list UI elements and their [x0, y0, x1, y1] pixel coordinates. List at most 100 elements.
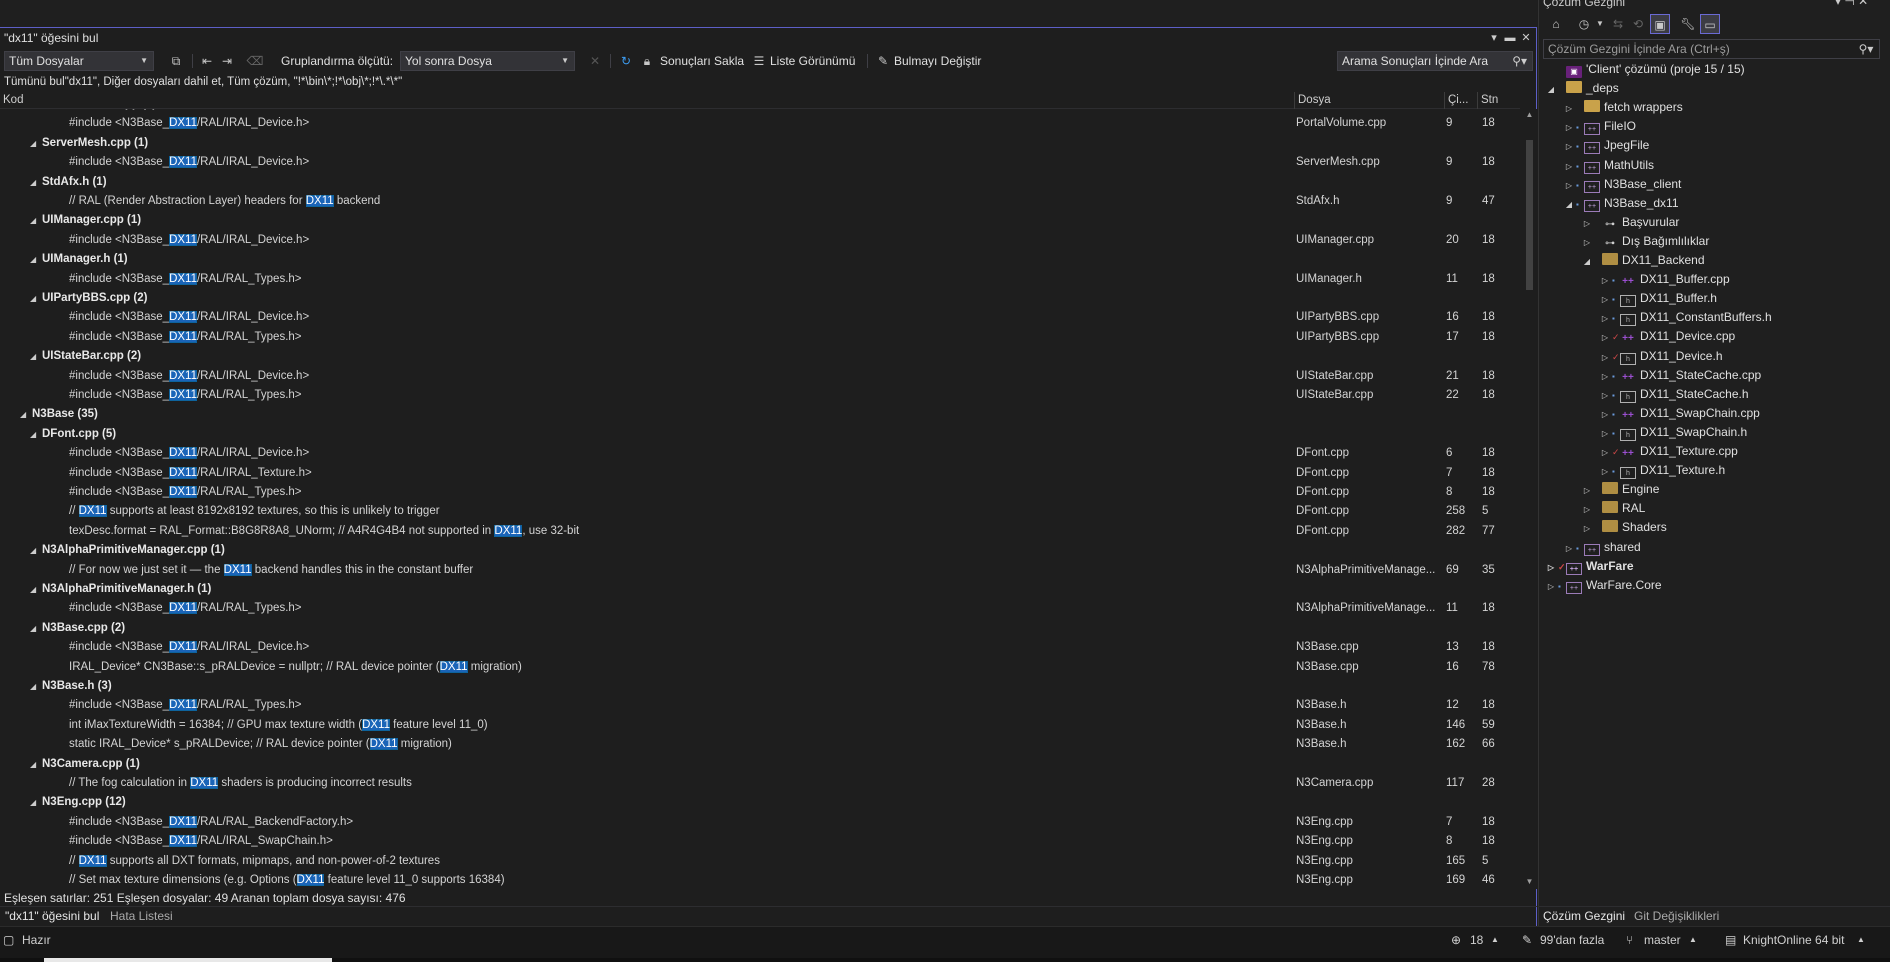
scope-select[interactable]: Tüm Dosyalar ▼	[4, 51, 154, 71]
expand-arrow-icon[interactable]: ▷	[1562, 118, 1576, 137]
expand-arrow-icon[interactable]: ◢	[1562, 195, 1576, 214]
expand-arrow-icon[interactable]: ▷	[1598, 405, 1612, 424]
panel-dropdown-icon[interactable]: ▾	[1487, 28, 1501, 48]
expand-triangle-icon[interactable]: ◢	[30, 250, 42, 269]
expand-arrow-icon[interactable]: ▷	[1580, 500, 1594, 519]
expand-triangle-icon[interactable]: ◢	[30, 793, 42, 812]
result-file-row[interactable]: ◢ UIStateBar.cpp (2)	[0, 347, 1522, 366]
expand-arrow-icon[interactable]: ▷	[1580, 233, 1594, 252]
expand-triangle-icon[interactable]: ◢	[30, 619, 42, 638]
expand-arrow-icon[interactable]: ▷	[1598, 367, 1612, 386]
result-file-row[interactable]: ◢ N3Eng.cpp (12)	[0, 793, 1522, 812]
expand-arrow-icon[interactable]: ▷	[1598, 443, 1612, 462]
result-match-row[interactable]: #include <N3Base_DX11/RAL/IRAL_Device.h>…	[0, 308, 1522, 327]
properties-wrench-icon[interactable]: 🔧︎	[1678, 14, 1698, 34]
expand-arrow-icon[interactable]: ▷	[1598, 386, 1612, 405]
group-by-select[interactable]: Yol sonra Dosya ▼	[400, 51, 575, 71]
result-match-row[interactable]: // The fog calculation in DX11 shaders i…	[0, 774, 1522, 793]
search-in-results-input[interactable]: Arama Sonuçları İçinde Ara ⚲▾	[1337, 51, 1533, 71]
result-folder-row[interactable]: ◢ N3Base (35)	[0, 405, 1522, 424]
expand-triangle-icon[interactable]: ◢	[30, 134, 42, 153]
result-file-row[interactable]: ◢ N3AlphaPrimitiveManager.h (1)	[0, 580, 1522, 599]
list-view-button[interactable]: Liste Görünümü	[770, 51, 855, 71]
result-match-row[interactable]: #include <N3Base_DX11/RAL/IRAL_Device.h>…	[0, 638, 1522, 657]
expand-triangle-icon[interactable]: ◢	[30, 109, 42, 114]
result-match-row[interactable]: int iMaxTextureWidth = 16384; // GPU max…	[0, 716, 1522, 735]
tab-git-changes[interactable]: Git Değişiklikleri	[1629, 907, 1724, 927]
solution-explorer-search-input[interactable]: Çözüm Gezgini İçinde Ara (Ctrl+ş)	[1543, 39, 1880, 59]
expand-arrow-icon[interactable]: ◢	[1544, 80, 1558, 99]
expand-triangle-icon[interactable]: ◢	[30, 173, 42, 192]
result-match-row[interactable]: #include <N3Base_DX11/RAL/IRAL_Device.h>…	[0, 367, 1522, 386]
expand-arrow-icon[interactable]: ◢	[1580, 252, 1594, 271]
tree-node[interactable]: ▷ ▪ h DX11_SwapChain.h	[1598, 423, 1747, 442]
result-match-row[interactable]: // DX11 supports at least 8192x8192 text…	[0, 502, 1522, 521]
chevron-up-icon[interactable]: ▲	[1491, 931, 1499, 949]
result-match-row[interactable]: #include <N3Base_DX11/RAL/RAL_Types.h> UI…	[0, 270, 1522, 289]
result-match-row[interactable]: #include <N3Base_DX11/RAL/RAL_Types.h> N3…	[0, 696, 1522, 715]
column-header-line[interactable]: Çi...	[1444, 92, 1477, 109]
preview-icon[interactable]: ▭	[1700, 14, 1720, 34]
result-match-row[interactable]: #include <N3Base_DX11/RAL/IRAL_Device.h>…	[0, 153, 1522, 172]
tree-node[interactable]: ▷ ✓ ++ DX11_Texture.cpp	[1598, 442, 1738, 461]
sync-icon[interactable]: ⟲	[1628, 14, 1648, 34]
expand-arrow-icon[interactable]: ▷	[1562, 137, 1576, 156]
tab-error-list[interactable]: Hata Listesi	[105, 907, 178, 927]
expand-triangle-icon[interactable]: ◢	[30, 347, 42, 366]
column-header-code[interactable]: Kod	[0, 92, 1294, 109]
chevron-down-icon[interactable]: ▼	[1590, 14, 1610, 34]
search-icon[interactable]: ⚲▾	[1855, 40, 1877, 58]
clear-filter-icon[interactable]: ⌫	[245, 51, 265, 71]
scroll-thumb[interactable]	[1526, 140, 1533, 290]
tab-find-results[interactable]: "dx11" öğesini bul	[0, 907, 104, 927]
expand-arrow-icon[interactable]: ▷	[1562, 99, 1576, 118]
tree-node[interactable]: ▷ ▪ ++ shared	[1562, 538, 1641, 557]
result-match-row[interactable]: static IRAL_Device* s_pRALDevice; // RAL…	[0, 735, 1522, 754]
result-match-row[interactable]: #include <N3Base_DX11/RAL/RAL_Types.h> UI…	[0, 328, 1522, 347]
pending-changes-icon[interactable]: ⇆	[1608, 14, 1628, 34]
result-file-row[interactable]: ◢ N3Base.cpp (2)	[0, 619, 1522, 638]
result-match-row[interactable]: // RAL (Render Abstraction Layer) header…	[0, 192, 1522, 211]
expand-arrow-icon[interactable]: ▷	[1544, 577, 1558, 596]
expand-arrow-icon[interactable]: ▷	[1598, 271, 1612, 290]
refresh-icon[interactable]: ↻	[616, 51, 636, 71]
show-all-files-icon[interactable]: ▣	[1650, 14, 1670, 34]
tree-node[interactable]: ▷ RAL	[1580, 499, 1645, 518]
expand-triangle-icon[interactable]: ◢	[30, 425, 42, 444]
tree-node[interactable]: ▷ ✓ ++ DX11_Device.cpp	[1598, 327, 1735, 346]
tree-node[interactable]: ▷ ▪ ++ DX11_SwapChain.cpp	[1598, 404, 1760, 423]
expand-triangle-icon[interactable]: ◢	[20, 405, 32, 424]
result-file-row[interactable]: ◢ N3AlphaPrimitiveManager.cpp (1)	[0, 541, 1522, 560]
expand-arrow-icon[interactable]: ▷	[1562, 176, 1576, 195]
tree-node[interactable]: ▷ ▪ ++ MathUtils	[1562, 156, 1654, 175]
result-match-row[interactable]: // For now we just set it — the DX11 bac…	[0, 561, 1522, 580]
expand-arrow-icon[interactable]: ▷	[1598, 348, 1612, 367]
tree-node[interactable]: ▷ ▪ h DX11_Texture.h	[1598, 461, 1725, 480]
expand-triangle-icon[interactable]: ◢	[30, 211, 42, 230]
tree-node[interactable]: ▷ ✓ ++ WarFare	[1544, 557, 1634, 576]
tree-node[interactable]: ▷ ▪ ++ FileIO	[1562, 117, 1636, 136]
result-file-row[interactable]: ◢ UIPartyBBS.cpp (2)	[0, 289, 1522, 308]
notification-icon[interactable]: ▢	[3, 931, 14, 949]
scroll-up-icon[interactable]: ▲	[1522, 109, 1537, 121]
expand-arrow-icon[interactable]: ▷	[1562, 157, 1576, 176]
tree-node[interactable]: ▷ ⊶ Dış Bağımlılıklar	[1580, 232, 1709, 251]
result-file-row[interactable]: ◢ StdAfx.h (1)	[0, 173, 1522, 192]
expand-arrow-icon[interactable]: ▷	[1598, 424, 1612, 443]
result-match-row[interactable]: IRAL_Device* CN3Base::s_pRALDevice = nul…	[0, 658, 1522, 677]
scroll-down-icon[interactable]: ▼	[1522, 876, 1537, 888]
expand-arrow-icon[interactable]: ▷	[1580, 214, 1594, 233]
expand-triangle-icon[interactable]: ◢	[30, 541, 42, 560]
result-match-row[interactable]: #include <N3Base_DX11/RAL/IRAL_SwapChain…	[0, 832, 1522, 851]
tree-node[interactable]: ▷ ▪ ++ DX11_StateCache.cpp	[1598, 366, 1761, 385]
tree-node[interactable]: ▷ ▪ ++ DX11_Buffer.cpp	[1598, 270, 1730, 289]
result-file-row[interactable]: ◢ N3Camera.cpp (1)	[0, 755, 1522, 774]
result-file-row[interactable]: ◢ UIManager.h (1)	[0, 250, 1522, 269]
previous-result-icon[interactable]: ⇤	[197, 51, 217, 71]
tree-node[interactable]: ▷ ▪ ++ JpegFile	[1562, 136, 1649, 155]
cancel-search-icon[interactable]: ✕	[585, 51, 605, 71]
result-match-row[interactable]: #include <N3Base_DX11/RAL/IRAL_Device.h>…	[0, 444, 1522, 463]
expand-triangle-icon[interactable]: ◢	[30, 755, 42, 774]
column-header-column[interactable]: Stn	[1477, 92, 1520, 109]
expand-arrow-icon[interactable]: ▷	[1580, 519, 1594, 538]
